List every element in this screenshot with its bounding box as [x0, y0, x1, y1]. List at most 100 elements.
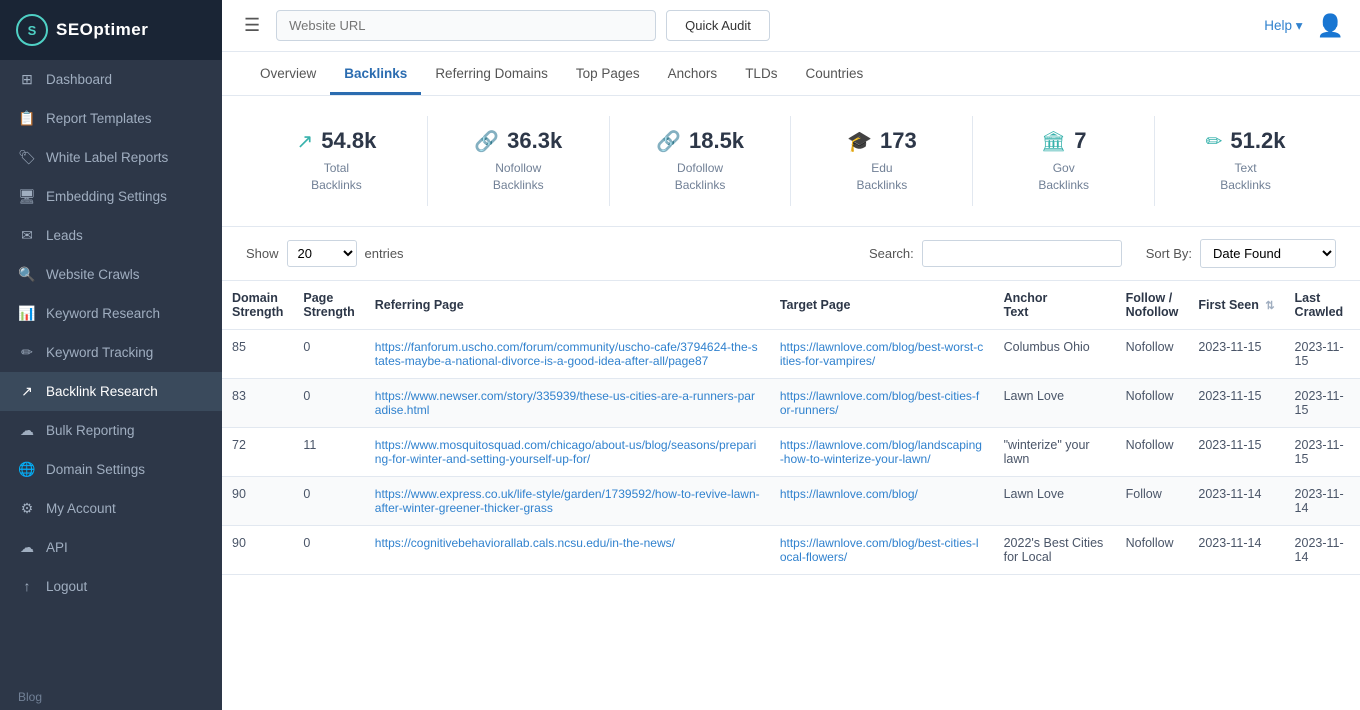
cell-target-page-row0[interactable]: https://lawnlove.com/blog/best-worst-cit… — [770, 329, 994, 378]
cell-follow-nofollow-row0: Nofollow — [1116, 329, 1189, 378]
tab-top-pages[interactable]: Top Pages — [562, 52, 654, 95]
col-page-strength: PageStrength — [293, 280, 364, 329]
menu-icon[interactable]: ☰ — [238, 11, 266, 40]
link-target-page-row1[interactable]: https://lawnlove.com/blog/best-cities-fo… — [780, 389, 979, 417]
tab-overview[interactable]: Overview — [246, 52, 330, 95]
help-button[interactable]: Help ▾ — [1264, 18, 1302, 34]
cell-referring-page-row2[interactable]: https://www.mosquitosquad.com/chicago/ab… — [365, 427, 770, 476]
link-target-page-row3[interactable]: https://lawnlove.com/blog/ — [780, 487, 918, 501]
quick-audit-button[interactable]: Quick Audit — [666, 10, 770, 41]
cell-domain-strength-row2: 72 — [222, 427, 293, 476]
stat-value-text-backlinks: 51.2k — [1230, 128, 1285, 154]
entries-select[interactable]: 2050100 — [287, 240, 357, 267]
link-referring-page-row2[interactable]: https://www.mosquitosquad.com/chicago/ab… — [375, 438, 757, 466]
cell-referring-page-row3[interactable]: https://www.express.co.uk/life-style/gar… — [365, 476, 770, 525]
cell-target-page-row2[interactable]: https://lawnlove.com/blog/landscaping-ho… — [770, 427, 994, 476]
cell-target-page-row4[interactable]: https://lawnlove.com/blog/best-cities-lo… — [770, 525, 994, 574]
cell-page-strength-row4: 0 — [293, 525, 364, 574]
cell-follow-nofollow-row2: Nofollow — [1116, 427, 1189, 476]
sidebar-item-report-templates[interactable]: 📋Report Templates — [0, 99, 222, 138]
sidebar-icon-dashboard: ⊞ — [18, 71, 36, 88]
sidebar-item-my-account[interactable]: ⚙My Account — [0, 489, 222, 528]
sidebar: S SEOptimer ⊞ Dashboard 📋Report Templates🏷… — [0, 0, 222, 710]
cell-domain-strength-row3: 90 — [222, 476, 293, 525]
cell-follow-nofollow-row1: Nofollow — [1116, 378, 1189, 427]
sortby-select[interactable]: Date FoundDomain StrengthPage StrengthFi… — [1200, 239, 1336, 268]
tab-backlinks[interactable]: Backlinks — [330, 52, 421, 95]
sidebar-item-bulk-reporting[interactable]: ☁Bulk Reporting — [0, 411, 222, 450]
stat-icon-val: 🏛 7 — [1041, 128, 1087, 154]
link-referring-page-row1[interactable]: https://www.newser.com/story/335939/thes… — [375, 389, 755, 417]
table-row: 900https://www.express.co.uk/life-style/… — [222, 476, 1360, 525]
col-target-page: Target Page — [770, 280, 994, 329]
tabs-bar: OverviewBacklinksReferring DomainsTop Pa… — [222, 52, 1360, 96]
sidebar-icon-backlink-research: ↗ — [18, 383, 36, 400]
cell-target-page-row1[interactable]: https://lawnlove.com/blog/best-cities-fo… — [770, 378, 994, 427]
sidebar-icon-api: ☁ — [18, 539, 36, 556]
stat-icon-total-backlinks: ↗ — [297, 129, 314, 154]
col-anchor-text: AnchorText — [994, 280, 1116, 329]
sidebar-item-backlink-research[interactable]: ↗Backlink Research — [0, 372, 222, 411]
sidebar-item-leads[interactable]: ✉Leads — [0, 216, 222, 255]
stat-value-edu-backlinks: 173 — [880, 128, 917, 154]
link-referring-page-row4[interactable]: https://cognitivebehaviorallab.cals.ncsu… — [375, 536, 675, 550]
stat-value-total-backlinks: 54.8k — [321, 128, 376, 154]
logo-text: SEOptimer — [56, 20, 148, 40]
cell-referring-page-row0[interactable]: https://fanforum.uscho.com/forum/communi… — [365, 329, 770, 378]
cell-referring-page-row4[interactable]: https://cognitivebehaviorallab.cals.ncsu… — [365, 525, 770, 574]
sidebar-item-white-label-reports[interactable]: 🏷White Label Reports — [0, 138, 222, 177]
col-first-seen[interactable]: First Seen ⇅ — [1188, 280, 1284, 329]
stat-icon-text-backlinks: ✏ — [1206, 129, 1223, 154]
search-label: Search: — [869, 246, 914, 261]
topbar: ☰ Quick Audit Help ▾ 👤 — [222, 0, 1360, 52]
topbar-right: Help ▾ 👤 — [1264, 13, 1344, 39]
sidebar-label-keyword-tracking: Keyword Tracking — [46, 345, 153, 360]
cell-anchor-text-row1: Lawn Love — [994, 378, 1116, 427]
cell-target-page-row3[interactable]: https://lawnlove.com/blog/ — [770, 476, 994, 525]
sidebar-label-api: API — [46, 540, 68, 555]
stat-label-gov-backlinks: GovBacklinks — [1038, 160, 1089, 194]
cell-domain-strength-row0: 85 — [222, 329, 293, 378]
tab-countries[interactable]: Countries — [791, 52, 877, 95]
user-icon[interactable]: 👤 — [1317, 13, 1344, 39]
link-referring-page-row0[interactable]: https://fanforum.uscho.com/forum/communi… — [375, 340, 758, 368]
sidebar-item-embedding-settings[interactable]: 🖥Embedding Settings — [0, 177, 222, 216]
sidebar-footer[interactable]: Blog — [0, 680, 222, 710]
cell-referring-page-row1[interactable]: https://www.newser.com/story/335939/thes… — [365, 378, 770, 427]
cell-last-crawled-row2: 2023-11-15 — [1285, 427, 1360, 476]
stat-icon-gov-backlinks: 🏛 — [1041, 129, 1066, 154]
table-controls: Show 2050100 entries Search: Sort By: Da… — [222, 227, 1360, 280]
tab-tlds[interactable]: TLDs — [731, 52, 791, 95]
sidebar-item-keyword-research[interactable]: 📊Keyword Research — [0, 294, 222, 333]
sidebar-icon-website-crawls: 🔍 — [18, 266, 36, 283]
sidebar-label-dashboard: Dashboard — [46, 72, 112, 87]
tab-referring-domains[interactable]: Referring Domains — [421, 52, 562, 95]
sidebar-icon-keyword-research: 📊 — [18, 305, 36, 322]
stat-value-gov-backlinks: 7 — [1074, 128, 1086, 154]
link-target-page-row2[interactable]: https://lawnlove.com/blog/landscaping-ho… — [780, 438, 982, 466]
link-target-page-row4[interactable]: https://lawnlove.com/blog/best-cities-lo… — [780, 536, 979, 564]
backlinks-table: DomainStrengthPageStrengthReferring Page… — [222, 280, 1360, 575]
sidebar-icon-domain-settings: 🌐 — [18, 461, 36, 478]
sidebar-item-dashboard[interactable]: ⊞ Dashboard — [0, 60, 222, 99]
sidebar-item-api[interactable]: ☁ API — [0, 528, 222, 567]
sidebar-item-domain-settings[interactable]: 🌐Domain Settings — [0, 450, 222, 489]
sidebar-item-keyword-tracking[interactable]: ✏Keyword Tracking — [0, 333, 222, 372]
sidebar-label-report-templates: Report Templates — [46, 111, 152, 126]
cell-first-seen-row4: 2023-11-14 — [1188, 525, 1284, 574]
table-body: 85 0 https://fanforum.uscho.com/forum/comm… — [222, 329, 1360, 574]
search-group: Search: — [869, 240, 1122, 267]
col-follow-nofollow: Follow /Nofollow — [1116, 280, 1189, 329]
url-input[interactable] — [276, 10, 656, 41]
stat-icon-nofollow-backlinks: 🔗 — [474, 129, 499, 154]
cell-first-seen-row2: 2023-11-15 — [1188, 427, 1284, 476]
link-referring-page-row3[interactable]: https://www.express.co.uk/life-style/gar… — [375, 487, 760, 515]
sidebar-item-logout[interactable]: ↑Logout — [0, 567, 222, 605]
search-input[interactable] — [922, 240, 1122, 267]
sidebar-label-website-crawls: Website Crawls — [46, 267, 140, 282]
logo-icon: S — [16, 14, 48, 46]
sortby-group: Sort By: Date FoundDomain StrengthPage S… — [1146, 239, 1336, 268]
sidebar-item-website-crawls[interactable]: 🔍 Website Crawls — [0, 255, 222, 294]
link-target-page-row0[interactable]: https://lawnlove.com/blog/best-worst-cit… — [780, 340, 983, 368]
tab-anchors[interactable]: Anchors — [654, 52, 732, 95]
